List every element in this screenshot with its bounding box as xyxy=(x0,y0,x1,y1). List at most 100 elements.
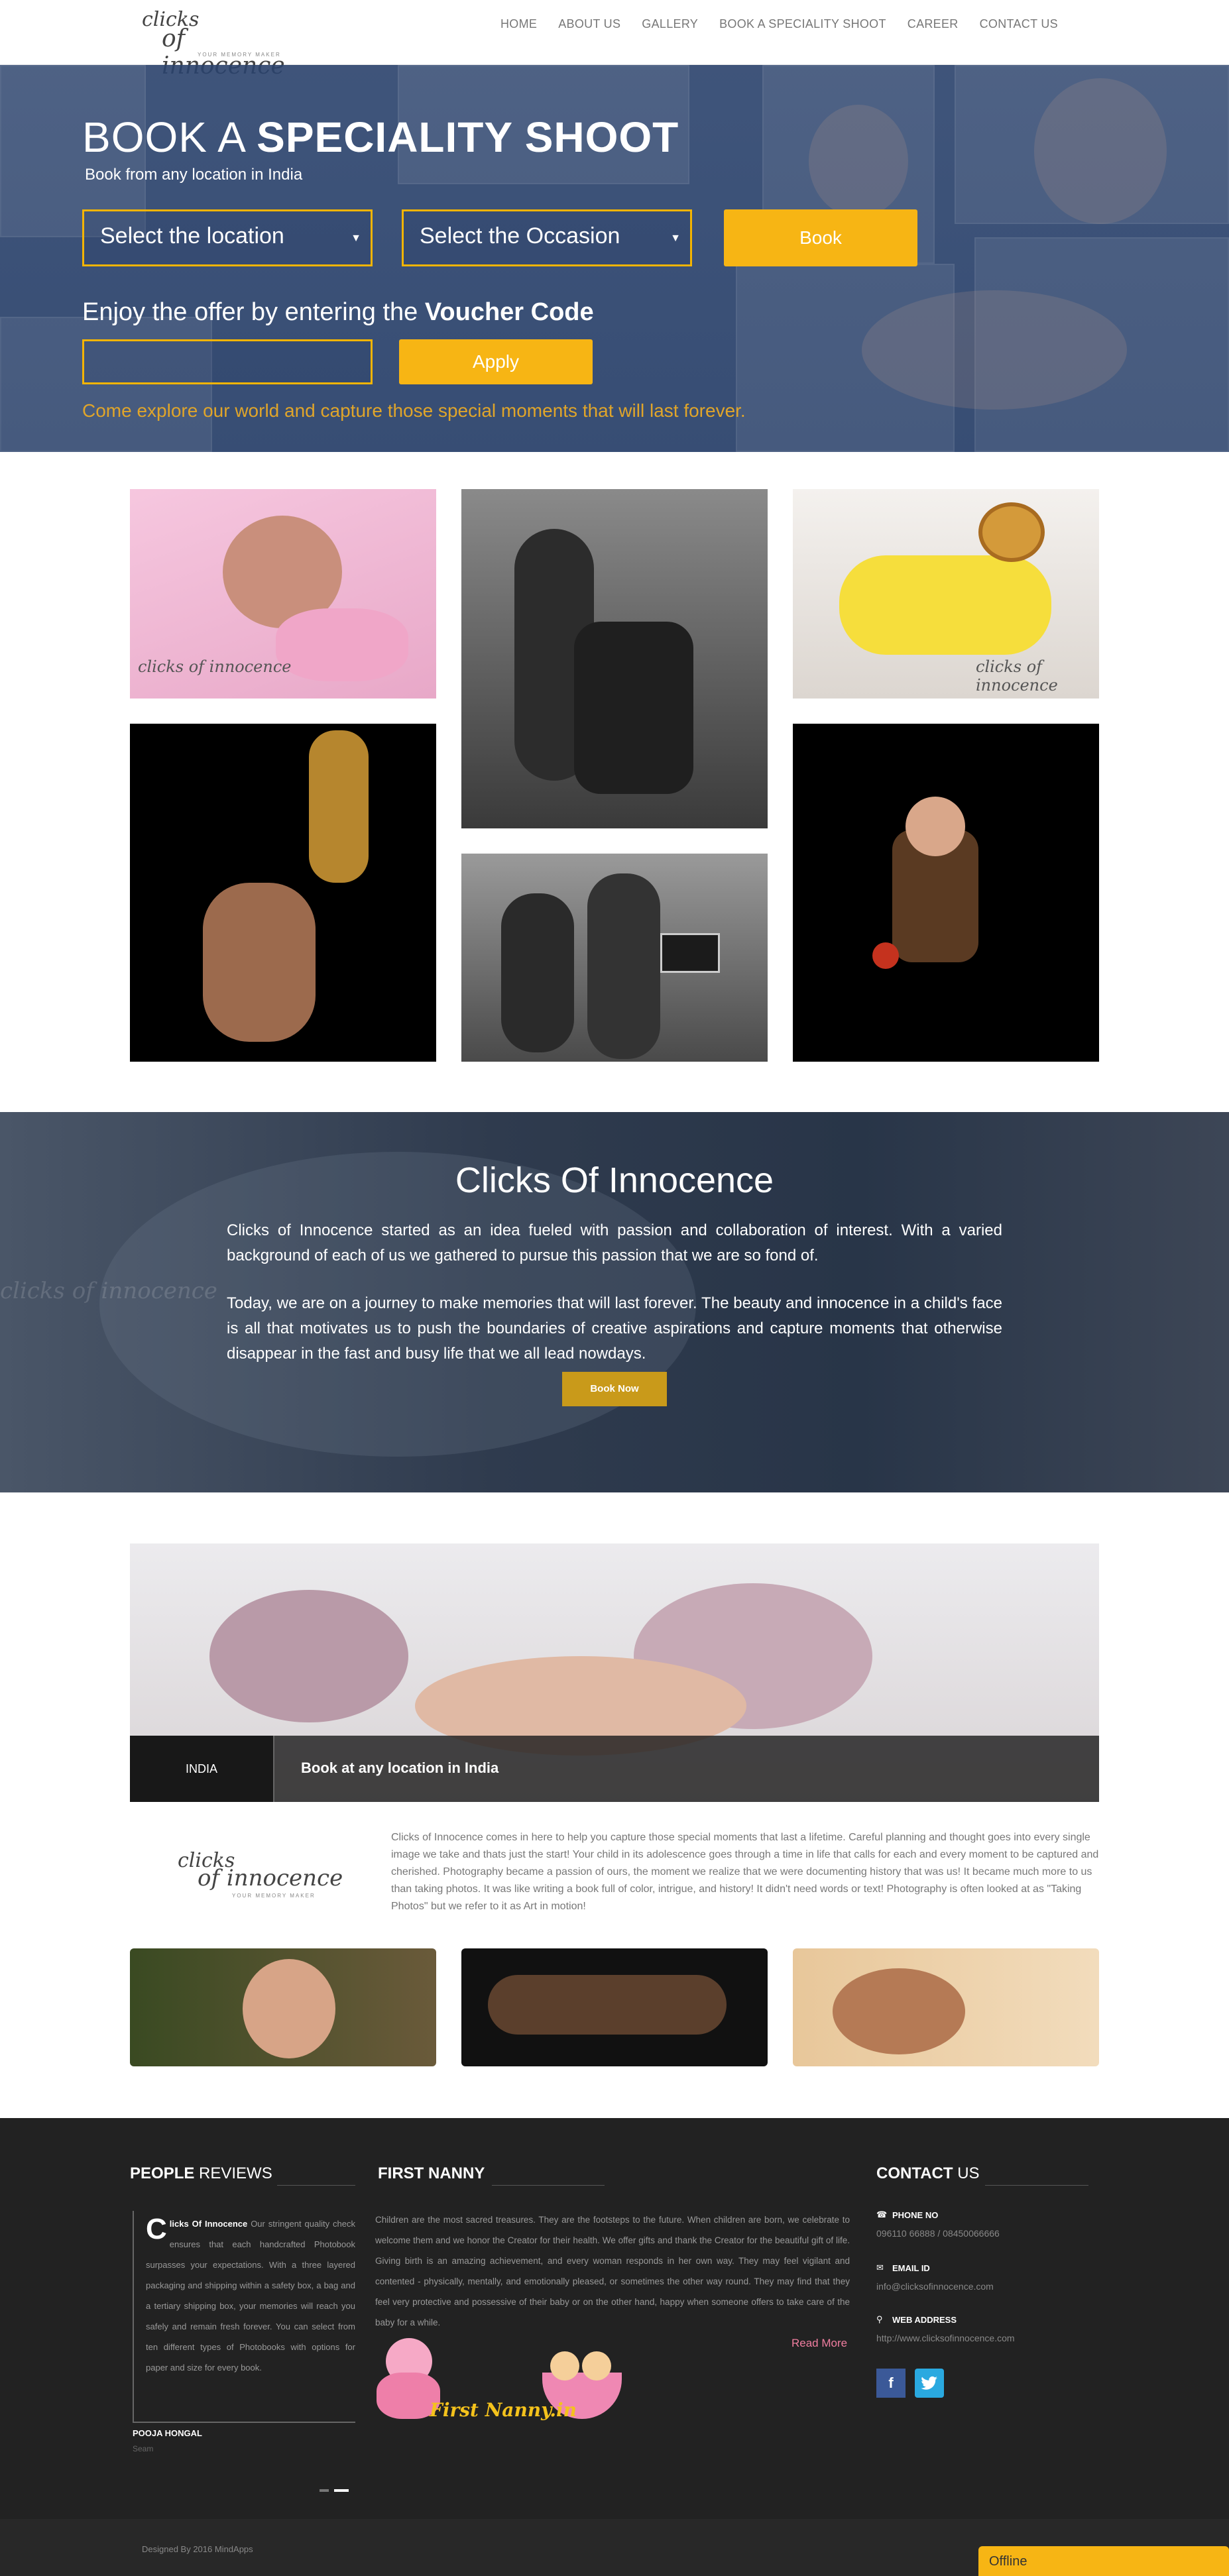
menu-gallery[interactable]: GALLERY xyxy=(642,17,698,31)
snail-shell xyxy=(978,502,1045,562)
main-menu: HOME ABOUT US GALLERY BOOK A SPECIALITY … xyxy=(500,17,1058,31)
gallery-photo-family-bw[interactable] xyxy=(461,854,768,1062)
first-nanny-text: Children are the most sacred treasures. … xyxy=(375,2215,850,2327)
snail-costume xyxy=(839,555,1051,655)
baby-figure xyxy=(203,883,316,1042)
email-label: EMAIL ID xyxy=(892,2263,930,2273)
reviewer-name: POOJA HONGAL xyxy=(133,2428,202,2438)
voucher-prompt-text: Enjoy the offer by entering the xyxy=(82,298,418,326)
baby-face xyxy=(243,1959,335,2058)
thumb-baby-peacock[interactable] xyxy=(461,1948,768,2066)
hero-title-bold: SPECIALITY SHOOT xyxy=(257,113,679,161)
review-brand: licks Of Innocence xyxy=(169,2219,248,2229)
hero-bg-face xyxy=(862,290,1127,410)
carousel-dot-active[interactable] xyxy=(334,2489,349,2492)
gallery-photo-maternity-bw[interactable] xyxy=(461,489,768,828)
apply-button[interactable]: Apply xyxy=(399,339,593,384)
occasion-select-value: Select the Occasion xyxy=(420,223,620,249)
location-select-value: Select the location xyxy=(100,223,284,249)
book-now-button[interactable]: Book Now xyxy=(562,1372,667,1406)
book-button[interactable]: Book xyxy=(724,209,917,266)
chat-widget-offline[interactable]: Offline xyxy=(978,2546,1229,2576)
about-title: Clicks Of Innocence xyxy=(455,1160,774,1200)
banner-country: INDIA xyxy=(130,1736,274,1802)
read-more-link[interactable]: Read More xyxy=(791,2337,847,2350)
hero-banner: BOOK A SPECIALITY SHOOT Book from any lo… xyxy=(0,65,1229,452)
reviews-heading: PEOPLE REVIEWS xyxy=(130,2164,272,2183)
hero-title: BOOK A SPECIALITY SHOOT xyxy=(82,113,679,162)
twitter-icon[interactable] xyxy=(915,2369,944,2398)
twin-baby-icon xyxy=(582,2351,611,2380)
contact-heading: CONTACT US xyxy=(876,2164,980,2183)
hero-bg-photo xyxy=(0,317,212,452)
heading-rule xyxy=(277,2185,355,2186)
gallery-photo-newborn-pink[interactable]: clicks of innocence xyxy=(130,489,436,699)
about-paragraph-2: Today, we are on a journey to make memor… xyxy=(227,1294,1002,1363)
blanket-shape xyxy=(276,608,408,681)
carousel-dot[interactable] xyxy=(320,2489,329,2492)
menu-about-us[interactable]: ABOUT US xyxy=(558,17,620,31)
contact-heading-bold: CONTACT xyxy=(876,2164,953,2182)
menu-home[interactable]: HOME xyxy=(500,17,537,31)
gallery-photo-baby-snail[interactable]: clicks of innocence xyxy=(793,489,1099,699)
krishna-statue xyxy=(309,730,369,883)
woman-figure xyxy=(587,873,660,1059)
thumb-baby-lying[interactable] xyxy=(793,1948,1099,2066)
menu-career[interactable]: CAREER xyxy=(907,17,959,31)
voucher-prompt: Enjoy the offer by entering the Voucher … xyxy=(82,298,594,327)
about-ghost-logo: clicks of innocence xyxy=(0,1278,217,1304)
reviews-heading-light: REVIEWS xyxy=(199,2164,272,2182)
gallery-photo-krishna-baby[interactable] xyxy=(130,724,436,1062)
about-section: clicks of innocence Clicks Of Innocence … xyxy=(0,1112,1229,1492)
site-logo[interactable]: clicks of innocence YOUR MEMORY MAKER xyxy=(139,8,312,80)
occasion-select[interactable]: Select the Occasion ▼ xyxy=(402,209,692,266)
reviews-heading-bold: PEOPLE xyxy=(130,2164,195,2182)
chalkboard xyxy=(660,933,720,973)
intro-text: Clicks of Innocence comes in here to hel… xyxy=(391,1832,1099,1912)
gallery-watermark: clicks of innocence xyxy=(138,657,292,676)
chevron-down-icon: ▼ xyxy=(351,233,361,244)
hero-bg-face xyxy=(809,105,908,217)
menu-book-speciality-shoot[interactable]: BOOK A SPECIALITY SHOOT xyxy=(719,17,886,31)
reviewer-subtitle: Seam xyxy=(133,2444,154,2453)
first-nanny-heading: FIRST NANNY xyxy=(378,2164,485,2182)
chevron-down-icon: ▼ xyxy=(670,233,681,244)
hero-subtitle: Book from any location in India xyxy=(85,166,303,184)
location-banner[interactable]: INDIA Book at any location in India xyxy=(130,1543,1099,1802)
menu-contact-us[interactable]: CONTACT US xyxy=(980,17,1058,31)
web-label: WEB ADDRESS xyxy=(892,2315,957,2325)
web-value[interactable]: http://www.clicksofinnocence.com xyxy=(876,2333,1015,2343)
heading-rule xyxy=(985,2185,1088,2186)
hero-title-light: BOOK A xyxy=(82,113,245,161)
first-nanny-logo[interactable]: First Nanny.in xyxy=(363,2333,642,2465)
intro-logo: clicks of innocence YOUR MEMORY MAKER xyxy=(175,1849,347,1902)
baby-face xyxy=(906,797,965,856)
about-paragraph-1: Clicks of Innocence started as an idea f… xyxy=(227,1221,1002,1264)
intro-logo-bottom: of innocence xyxy=(198,1865,343,1891)
email-icon: ✉ xyxy=(876,2263,884,2272)
heading-rule xyxy=(492,2185,605,2186)
hero-bg-face xyxy=(1034,78,1167,224)
phone-value[interactable]: 096110 66888 / 08450066666 xyxy=(876,2228,1000,2239)
phone-icon: ☎ xyxy=(876,2210,888,2219)
intro-logo-tagline: YOUR MEMORY MAKER xyxy=(232,1893,316,1899)
logo-tagline: YOUR MEMORY MAKER xyxy=(198,52,281,58)
man-figure xyxy=(501,893,574,1052)
copyright-text: Designed By 2016 MindApps xyxy=(142,2544,253,2554)
location-select[interactable]: Select the location ▼ xyxy=(82,209,373,266)
facebook-icon[interactable]: f xyxy=(876,2369,906,2398)
email-value[interactable]: info@clicksofinnocence.com xyxy=(876,2281,994,2292)
gallery-watermark: clicks of innocence xyxy=(976,657,1058,695)
page: clicks of innocence YOUR MEMORY MAKER HO… xyxy=(0,0,1229,2576)
twitter-bird-glyph xyxy=(921,2376,937,2390)
apple xyxy=(872,942,899,969)
contact-heading-light: US xyxy=(957,2164,980,2182)
link-icon: ⚲ xyxy=(876,2314,883,2324)
baby-figure xyxy=(488,1975,727,2035)
thumb-baby-toys[interactable] xyxy=(130,1948,436,2066)
banner-caption: Book at any location in India xyxy=(301,1760,499,1776)
gallery-photo-basket-baby[interactable] xyxy=(793,724,1099,1062)
voucher-code-input[interactable] xyxy=(82,339,373,384)
review-dropcap: C xyxy=(146,2213,167,2245)
phone-label: PHONE NO xyxy=(892,2210,939,2220)
